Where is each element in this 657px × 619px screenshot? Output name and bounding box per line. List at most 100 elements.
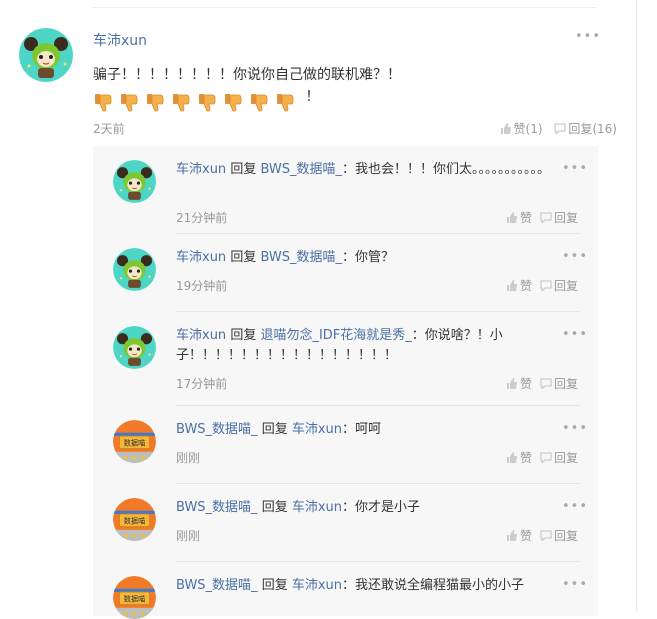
reply-separator: 回复 xyxy=(257,500,292,515)
comment-text-end: ！ xyxy=(305,89,320,105)
reply-actions: 赞 回复 xyxy=(498,209,578,226)
reply-label: 回复 xyxy=(553,451,578,465)
like-button[interactable]: 赞 xyxy=(506,449,532,466)
comment-text: 骗子！！！！！！！！你说你自己做的联机难？！ ！ xyxy=(93,64,603,113)
like-button[interactable]: 赞 xyxy=(506,209,532,226)
reply-username[interactable]: 车沛xun xyxy=(176,162,226,177)
avatar[interactable] xyxy=(19,28,73,82)
like-label: 赞 xyxy=(519,451,532,465)
reply-body: ：呵呵 xyxy=(342,422,382,437)
comment-actions: 赞(1) 回复(16) xyxy=(492,120,617,137)
comment-username[interactable]: 车沛xun xyxy=(93,30,147,50)
reply-label: 回复 xyxy=(553,279,578,293)
reply-to-username[interactable]: 车沛xun xyxy=(292,422,342,437)
thumbs-up-icon xyxy=(500,123,511,134)
reply-text: BWS_数据喵_ 回复 车沛xun：你才是小子 xyxy=(176,498,556,518)
comment-icon xyxy=(540,212,552,223)
green-cat-avatar-icon xyxy=(19,28,73,82)
reply-divider xyxy=(176,561,580,562)
reply-text: BWS_数据喵_ 回复 车沛xun：呵呵 xyxy=(176,420,556,440)
reply-label: 回复 xyxy=(553,529,578,543)
reply-text: 车沛xun 回复 BWS_数据喵_：我也会！！！你们太。。。。。。。。。。。 xyxy=(176,160,556,180)
like-button[interactable]: 赞 xyxy=(506,527,532,544)
more-dots-icon[interactable]: ••• xyxy=(562,422,588,435)
reply-username[interactable]: BWS_数据喵_ xyxy=(176,578,258,593)
more-dots-icon[interactable]: ••• xyxy=(562,250,588,263)
reply-time: 刚刚 xyxy=(176,529,201,543)
comment-icon xyxy=(554,123,567,134)
thumbs-down-emoji-icon xyxy=(275,91,297,113)
reply-actions: 赞 回复 xyxy=(498,375,578,392)
more-dots-icon[interactable]: ••• xyxy=(562,328,588,341)
reply-to-username[interactable]: 退喵勿念_IDF花海就是秀_ xyxy=(260,328,411,343)
reply-body: ：你才是小子 xyxy=(342,500,421,515)
reply-body: ：我还敢说全编程猫最小的小子 xyxy=(342,578,525,593)
reply-to-username[interactable]: BWS_数据喵_ xyxy=(260,162,342,177)
like-label: 赞 xyxy=(519,279,532,293)
reply-time: 刚刚 xyxy=(176,451,201,465)
reply-separator: 回复 xyxy=(226,328,261,343)
thumbs-down-emoji-icon xyxy=(171,91,193,113)
avatar[interactable] xyxy=(113,326,156,369)
reply-label: 回复 xyxy=(553,377,578,391)
reply-username[interactable]: BWS_数据喵_ xyxy=(176,500,258,515)
comment-time: 2天前 xyxy=(93,122,125,136)
thumbs-down-emoji-icon xyxy=(119,91,141,113)
comment-icon xyxy=(540,530,552,541)
more-dots-icon[interactable]: ••• xyxy=(575,30,601,43)
reply-button[interactable]: 回复(16) xyxy=(554,120,617,137)
avatar[interactable]: 数据喵 ★ ★ ★ xyxy=(113,420,156,463)
top-divider xyxy=(93,7,597,8)
comment-icon xyxy=(540,378,552,389)
reply-button[interactable]: 回复 xyxy=(540,277,578,294)
avatar[interactable]: 数据喵 ★ ★ ★ xyxy=(113,576,156,619)
svg-text:★ ★ ★: ★ ★ ★ xyxy=(123,453,147,462)
comment-text-body: 骗子！！！！！！！！你说你自己做的联机难？！ xyxy=(93,67,401,83)
reply-divider xyxy=(176,405,580,406)
reply-label: 回复 xyxy=(553,211,578,225)
avatar[interactable] xyxy=(113,248,156,291)
reply-username[interactable]: 车沛xun xyxy=(176,250,226,265)
thumbs-down-emoji-icon xyxy=(249,91,271,113)
reply-separator: 回复 xyxy=(226,250,261,265)
reply-separator: 回复 xyxy=(257,578,292,593)
more-dots-icon[interactable]: ••• xyxy=(562,500,588,513)
comment-icon xyxy=(540,452,552,463)
thumbs-down-emoji-icon xyxy=(223,91,245,113)
svg-text:数据喵: 数据喵 xyxy=(124,594,145,603)
thumbs-down-emoji-icon xyxy=(197,91,219,113)
like-button[interactable]: 赞 xyxy=(506,375,532,392)
reply-to-username[interactable]: 车沛xun xyxy=(292,500,342,515)
reply-button[interactable]: 回复 xyxy=(540,209,578,226)
avatar[interactable] xyxy=(113,160,156,203)
reply-to-username[interactable]: 车沛xun xyxy=(292,578,342,593)
like-label: 赞 xyxy=(519,529,532,543)
reply-separator: 回复 xyxy=(257,422,292,437)
like-label: 赞 xyxy=(519,377,532,391)
avatar[interactable]: 数据喵 ★ ★ ★ xyxy=(113,498,156,541)
like-button[interactable]: 赞 xyxy=(506,277,532,294)
like-label: 赞 xyxy=(519,211,532,225)
reply-button[interactable]: 回复 xyxy=(540,449,578,466)
replies-panel: ••• 车沛xun 回复 BWS_数据喵_：我也会！！！你们太。。。。。。。。。。… xyxy=(93,146,598,619)
more-dots-icon[interactable]: ••• xyxy=(562,578,588,591)
reply-actions: 赞 回复 xyxy=(498,527,578,544)
svg-text:★ ★ ★: ★ ★ ★ xyxy=(123,531,147,540)
reply-body: ：你管？ xyxy=(342,250,395,265)
reply-time: 19分钟前 xyxy=(176,279,228,293)
thumbs-up-icon xyxy=(506,530,517,541)
reply-username[interactable]: 车沛xun xyxy=(176,328,226,343)
reply-button[interactable]: 回复 xyxy=(540,527,578,544)
reply-button[interactable]: 回复 xyxy=(540,375,578,392)
reply-body: ：我也会！！！你们太。。。。。。。。。。。 xyxy=(342,162,551,177)
svg-text:★ ★ ★: ★ ★ ★ xyxy=(123,609,147,618)
thumbs-down-emoji-row xyxy=(93,91,301,113)
reply-text: 车沛xun 回复 退喵勿念_IDF花海就是秀_：你说啥？！小子！！！！！！！！！… xyxy=(176,326,556,366)
reply-username[interactable]: BWS_数据喵_ xyxy=(176,422,258,437)
like-button[interactable]: 赞(1) xyxy=(500,120,543,137)
reply-time: 17分钟前 xyxy=(176,377,228,391)
thumbs-up-icon xyxy=(506,212,517,223)
reply-to-username[interactable]: BWS_数据喵_ xyxy=(260,250,342,265)
more-dots-icon[interactable]: ••• xyxy=(562,162,588,175)
thumbs-up-icon xyxy=(506,378,517,389)
